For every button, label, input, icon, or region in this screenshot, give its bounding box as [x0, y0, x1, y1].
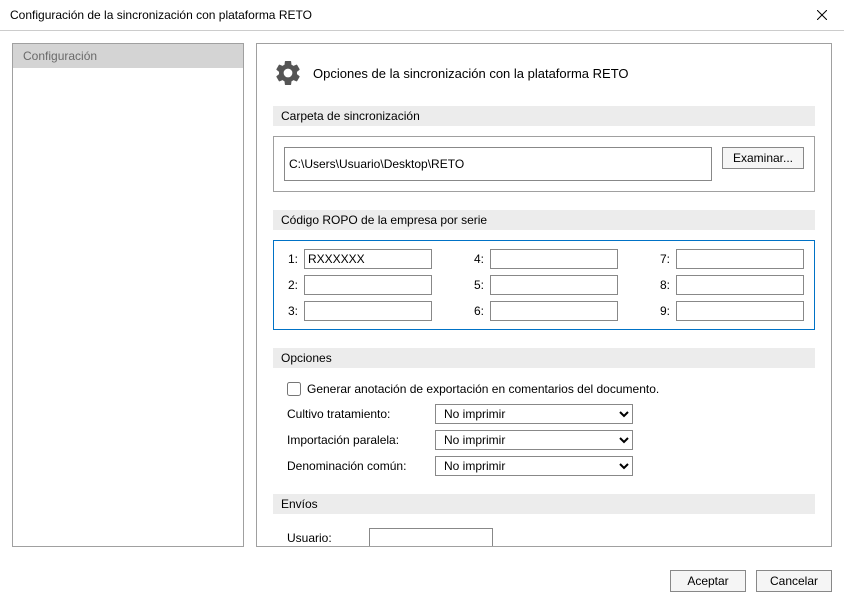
- ropo-9-label: 9:: [656, 304, 670, 318]
- cultivo-label: Cultivo tratamiento:: [287, 407, 435, 421]
- panel-header: Opciones de la sincronización con la pla…: [273, 58, 815, 88]
- ropo-3-input[interactable]: [304, 301, 432, 321]
- denominacion-label: Denominación común:: [287, 459, 435, 473]
- sidebar: Configuración: [12, 43, 244, 547]
- dialog-body: Configuración Opciones de la sincronizac…: [0, 31, 844, 559]
- ropo-5-input[interactable]: [490, 275, 618, 295]
- title-bar: Configuración de la sincronización con p…: [0, 0, 844, 31]
- ropo-8-input[interactable]: [676, 275, 804, 295]
- window-title: Configuración de la sincronización con p…: [10, 8, 312, 22]
- ropo-7-label: 7:: [656, 252, 670, 266]
- section-sync-folder-label: Carpeta de sincronización: [273, 106, 815, 126]
- annotation-checkbox-label: Generar anotación de exportación en come…: [307, 382, 659, 396]
- ropo-3-label: 3:: [284, 304, 298, 318]
- cancel-button[interactable]: Cancelar: [756, 570, 832, 592]
- sidebar-item-configuracion[interactable]: Configuración: [13, 44, 243, 68]
- section-ropo-label: Código ROPO de la empresa por serie: [273, 210, 815, 230]
- options-body: Generar anotación de exportación en come…: [273, 378, 815, 476]
- button-bar: Aceptar Cancelar: [0, 559, 844, 603]
- ropo-5-label: 5:: [470, 278, 484, 292]
- panel-title: Opciones de la sincronización con la pla…: [313, 66, 629, 81]
- sync-path-input[interactable]: [284, 147, 712, 181]
- ropo-4-label: 4:: [470, 252, 484, 266]
- usuario-label: Usuario:: [287, 531, 369, 545]
- main-panel: Opciones de la sincronización con la pla…: [256, 43, 832, 547]
- accept-button[interactable]: Aceptar: [670, 570, 746, 592]
- cultivo-select[interactable]: No imprimir: [435, 404, 633, 424]
- ropo-2-label: 2:: [284, 278, 298, 292]
- importacion-select[interactable]: No imprimir: [435, 430, 633, 450]
- ropo-1-input[interactable]: [304, 249, 432, 269]
- ropo-6-input[interactable]: [490, 301, 618, 321]
- ropo-1-label: 1:: [284, 252, 298, 266]
- ropo-6-label: 6:: [470, 304, 484, 318]
- gear-icon: [273, 58, 303, 88]
- importacion-label: Importación paralela:: [287, 433, 435, 447]
- annotation-checkbox[interactable]: [287, 382, 301, 396]
- sidebar-item-label: Configuración: [23, 49, 97, 63]
- section-envios-label: Envíos: [273, 494, 815, 514]
- sync-folder-box: Examinar...: [273, 136, 815, 192]
- ropo-4-input[interactable]: [490, 249, 618, 269]
- ropo-9-input[interactable]: [676, 301, 804, 321]
- ropo-7-input[interactable]: [676, 249, 804, 269]
- browse-button[interactable]: Examinar...: [722, 147, 804, 169]
- usuario-input[interactable]: [369, 528, 493, 547]
- denominacion-select[interactable]: No imprimir: [435, 456, 633, 476]
- ropo-grid: 1: 2: 3: 4: 5:: [273, 240, 815, 330]
- envios-body: Usuario: Contraseña: Mostrar: [273, 524, 815, 547]
- close-icon: [817, 10, 827, 20]
- ropo-2-input[interactable]: [304, 275, 432, 295]
- ropo-8-label: 8:: [656, 278, 670, 292]
- section-options-label: Opciones: [273, 348, 815, 368]
- close-button[interactable]: [800, 0, 844, 29]
